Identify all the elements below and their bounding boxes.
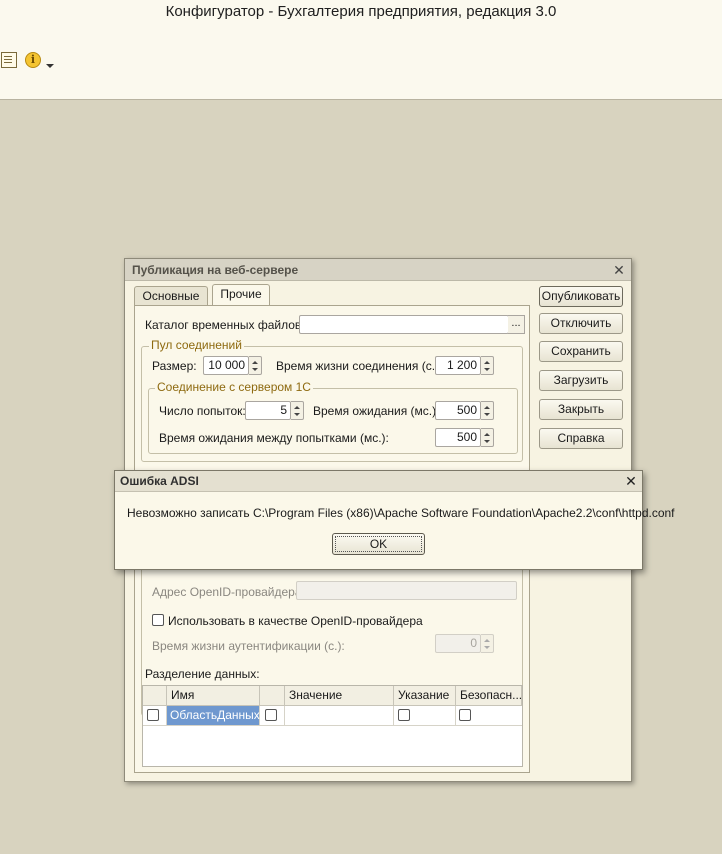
- openid-provider-address-label: Адрес OpenID-провайдера:: [152, 585, 305, 599]
- openid-provider-address-field[interactable]: [296, 581, 517, 600]
- publish-dialog-title: Публикация на веб-сервере: [132, 263, 299, 277]
- table-header-value[interactable]: Значение: [285, 686, 394, 706]
- pool-lifetime-label: Время жизни соединения (с.):: [276, 359, 443, 373]
- pool-size-field[interactable]: 10 000: [203, 356, 249, 375]
- error-dialog-header: Ошибка ADSI ✕: [115, 471, 642, 492]
- tab-other[interactable]: Прочие: [212, 284, 270, 306]
- tab-basic[interactable]: Основные: [134, 286, 208, 306]
- auth-lifetime-label: Время жизни аутентификации (с.):: [152, 639, 345, 653]
- auth-lifetime-field[interactable]: 0: [435, 634, 481, 653]
- pool-size-label: Размер:: [152, 359, 197, 373]
- ok-button[interactable]: OK: [332, 533, 425, 555]
- pool-lifetime-spinner[interactable]: [481, 356, 494, 375]
- attempts-label: Число попыток:: [159, 404, 246, 418]
- close-icon[interactable]: ✕: [624, 474, 638, 488]
- data-separation-table: Имя Значение Указание Безопасн... Област…: [142, 685, 523, 767]
- table-header-value-check: [260, 686, 285, 706]
- publish-dialog-header: Публикация на веб-сервере ✕: [125, 259, 631, 281]
- wait-label: Время ожидания (мс.):: [313, 404, 440, 418]
- row-indication-checkbox[interactable]: [398, 709, 410, 721]
- browse-button[interactable]: ...: [508, 315, 525, 334]
- close-icon[interactable]: ✕: [612, 263, 626, 277]
- window-title: Конфигуратор - Бухгалтерия предприятия, …: [0, 0, 722, 24]
- table-header-safe[interactable]: Безопасн...: [456, 686, 522, 706]
- dropdown-caret-icon[interactable]: [46, 64, 54, 68]
- row-safe-checkbox[interactable]: [459, 709, 471, 721]
- publish-button[interactable]: Опубликовать: [539, 286, 623, 307]
- disable-button[interactable]: Отключить: [539, 313, 623, 334]
- attempts-spinner[interactable]: [291, 401, 304, 420]
- table-cell-value[interactable]: [285, 706, 394, 726]
- pool-group-title: Пул соединений: [149, 338, 244, 352]
- error-dialog-title: Ошибка ADSI: [120, 474, 199, 488]
- data-separation-label: Разделение данных:: [145, 667, 260, 681]
- server-conn-group-title: Соединение с сервером 1С: [155, 380, 313, 394]
- table-header-indication[interactable]: Указание: [394, 686, 456, 706]
- wait-spinner[interactable]: [481, 401, 494, 420]
- between-attempts-field[interactable]: 500: [435, 428, 481, 447]
- row-value-checkbox[interactable]: [265, 709, 277, 721]
- help-button[interactable]: Справка: [539, 428, 623, 449]
- use-openid-provider-checkbox[interactable]: [152, 614, 164, 626]
- row-use-checkbox[interactable]: [147, 709, 159, 721]
- close-button[interactable]: Закрыть: [539, 399, 623, 420]
- info-icon[interactable]: i: [25, 52, 41, 68]
- temp-dir-field[interactable]: [299, 315, 509, 334]
- table-cell-indication: [394, 706, 456, 726]
- pool-size-spinner[interactable]: [249, 356, 262, 375]
- table-cell-name[interactable]: ОбластьДанных: [167, 706, 260, 726]
- table-header-name[interactable]: Имя: [167, 686, 260, 706]
- between-attempts-spinner[interactable]: [481, 428, 494, 447]
- between-attempts-label: Время ожидания между попытками (мс.):: [159, 431, 389, 445]
- table-cell-safe: [456, 706, 522, 726]
- error-dialog: Ошибка ADSI ✕ Невозможно записать C:\Pro…: [114, 470, 675, 570]
- attempts-field[interactable]: 5: [245, 401, 291, 420]
- error-message: Невозможно записать C:\Program Files (x8…: [127, 506, 675, 520]
- pool-lifetime-field[interactable]: 1 200: [435, 356, 481, 375]
- document-icon[interactable]: [1, 52, 17, 68]
- auth-lifetime-spinner[interactable]: [481, 634, 494, 653]
- use-openid-provider-label: Использовать в качестве OpenID-провайдер…: [168, 614, 423, 628]
- table-cell-value-check: [260, 706, 285, 726]
- table-header-check: [143, 686, 167, 706]
- table-cell-check: [143, 706, 167, 726]
- temp-dir-label: Каталог временных файлов:: [145, 318, 305, 332]
- load-button[interactable]: Загрузить: [539, 370, 623, 391]
- save-button[interactable]: Сохранить: [539, 341, 623, 362]
- wait-field[interactable]: 500: [435, 401, 481, 420]
- toolbar: i: [0, 24, 722, 100]
